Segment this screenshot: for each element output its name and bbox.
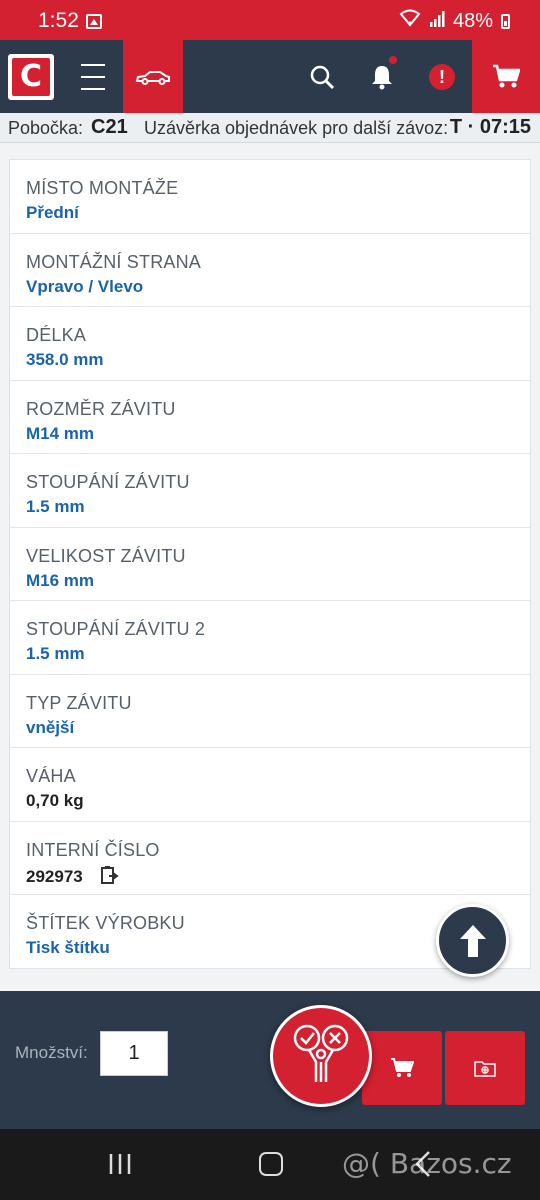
attribute-value: 358.0 mm bbox=[26, 350, 104, 369]
product-details: MÍSTO MONTÁŽE Přední MONTÁŽNÍ STRANA Vpr… bbox=[0, 143, 540, 991]
internal-number-value: 292973 bbox=[26, 866, 83, 886]
attribute-list: MÍSTO MONTÁŽE Přední MONTÁŽNÍ STRANA Vpr… bbox=[9, 159, 531, 969]
attribute-label: VELIKOST ZÁVITU bbox=[26, 545, 186, 566]
copy-icon[interactable] bbox=[99, 865, 120, 890]
attribute-row-mounting-side: MONTÁŽNÍ STRANA Vpravo / Vlevo bbox=[10, 234, 530, 307]
attribute-label: STOUPÁNÍ ZÁVITU bbox=[26, 472, 190, 492]
battery-percent: 48% bbox=[452, 9, 493, 32]
attribute-row-thread-size: ROZMĚR ZÁVITU M14 mm bbox=[10, 381, 530, 454]
recent-apps-icon[interactable] bbox=[108, 1152, 134, 1181]
signal-icon bbox=[429, 10, 445, 33]
notifications-button[interactable] bbox=[363, 56, 401, 96]
status-bar: 1:52 48% bbox=[0, 0, 540, 40]
attribute-value: M16 mm bbox=[26, 570, 95, 590]
attribute-value: Vpravo / Vlevo bbox=[26, 276, 144, 296]
home-icon[interactable] bbox=[259, 1152, 283, 1176]
search-icon bbox=[310, 65, 335, 90]
scroll-to-top-button[interactable] bbox=[436, 904, 509, 977]
attribute-label: MÍSTO MONTÁŽE bbox=[26, 178, 179, 198]
attribute-label: DÉLKA bbox=[26, 325, 87, 345]
car-icon bbox=[135, 70, 170, 85]
attribute-row-thread-pitch-2: STOUPÁNÍ ZÁVITU 2 1.5 mm bbox=[10, 601, 530, 675]
logo-icon[interactable]: C bbox=[8, 54, 54, 100]
attribute-label: MONTÁŽNÍ STRANA bbox=[26, 251, 202, 272]
attribute-label: ROZMĚR ZÁVITU bbox=[26, 398, 176, 419]
bottom-action-bar: Množství: 1 bbox=[0, 991, 540, 1129]
compatibility-icon bbox=[293, 1024, 349, 1082]
attribute-row-weight: VÁHA 0,70 kg bbox=[10, 748, 530, 822]
menu-icon[interactable] bbox=[70, 64, 116, 90]
system-nav-bar: @( Bazos.cz bbox=[0, 1129, 540, 1200]
deadline-label: Uzávěrka objednávek pro další závoz: bbox=[144, 118, 449, 138]
search-button[interactable] bbox=[303, 58, 341, 96]
notification-dot bbox=[389, 56, 397, 64]
status-time: 1:52 bbox=[38, 9, 79, 32]
attribute-row-internal-number: INTERNÍ ČÍSLO 292973 bbox=[10, 822, 530, 895]
add-to-cart-button[interactable] bbox=[362, 1031, 442, 1105]
cart-button[interactable] bbox=[472, 40, 540, 113]
cart-icon bbox=[493, 64, 520, 87]
attribute-label: TYP ZÁVITU bbox=[26, 692, 132, 713]
attribute-value: vnější bbox=[26, 717, 75, 737]
attribute-value-wrap: 292973 bbox=[26, 865, 530, 890]
attribute-row-mounting-position: MÍSTO MONTÁŽE Přední bbox=[10, 160, 530, 234]
attribute-label: STOUPÁNÍ ZÁVITU 2 bbox=[26, 619, 206, 639]
attribute-row-thread-dimension: VELIKOST ZÁVITU M16 mm bbox=[10, 528, 530, 601]
attribute-value: 0,70 kg bbox=[26, 791, 84, 810]
deadline-value: T · 07:15 bbox=[449, 116, 531, 138]
compatibility-check-button[interactable] bbox=[270, 1005, 372, 1107]
attribute-row-thread-pitch: STOUPÁNÍ ZÁVITU 1.5 mm bbox=[10, 454, 530, 528]
car-button[interactable] bbox=[123, 40, 183, 113]
branch-info-bar: Pobočka: C21 Uzávěrka objednávek pro dal… bbox=[0, 113, 540, 143]
attribute-value: 1.5 mm bbox=[26, 497, 85, 516]
attribute-row-length: DÉLKA 358.0 mm bbox=[10, 307, 530, 381]
alert-button[interactable]: ! bbox=[423, 58, 461, 96]
wifi-icon bbox=[399, 9, 421, 33]
app-header: C ! bbox=[0, 40, 540, 113]
branch-value: C21 bbox=[91, 116, 128, 138]
attribute-value: 1.5 mm bbox=[26, 644, 85, 663]
save-to-folder-button[interactable] bbox=[445, 1031, 525, 1105]
branch-label: Pobočka: bbox=[8, 118, 84, 138]
quantity-label: Množství: bbox=[15, 1043, 88, 1062]
attribute-value: M14 mm bbox=[26, 423, 95, 443]
bell-icon bbox=[372, 66, 392, 90]
add-to-cart-icon bbox=[391, 1058, 414, 1077]
attribute-label: VÁHA bbox=[26, 766, 76, 786]
status-indicators: 48% bbox=[399, 9, 510, 33]
logo-letter: C bbox=[12, 58, 50, 96]
attribute-label: INTERNÍ ČÍSLO bbox=[26, 839, 160, 860]
folder-icon bbox=[474, 1061, 496, 1077]
battery-icon bbox=[501, 13, 510, 29]
quantity-input[interactable]: 1 bbox=[100, 1031, 168, 1076]
arrow-up-icon bbox=[459, 924, 486, 957]
alert-icon: ! bbox=[429, 64, 455, 90]
attribute-row-thread-type: TYP ZÁVITU vnější bbox=[10, 675, 530, 748]
image-icon bbox=[86, 14, 102, 29]
watermark-text: @( Bazos.cz bbox=[342, 1147, 512, 1180]
attribute-value: Přední bbox=[26, 203, 79, 222]
